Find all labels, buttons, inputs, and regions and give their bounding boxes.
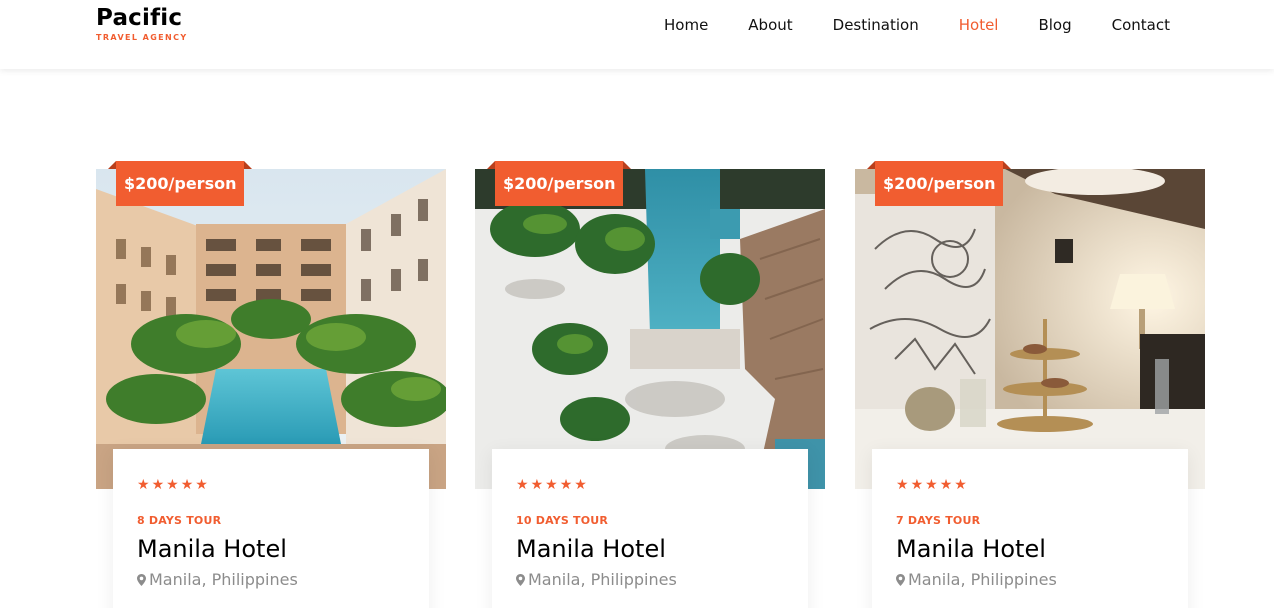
tour-duration: 7 DAYS TOUR — [896, 514, 981, 527]
star-icon: ★ — [180, 477, 194, 493]
nav-destination[interactable]: Destination — [833, 15, 919, 35]
hotel-location-text: Manila, Philippines — [528, 570, 677, 589]
star-icon: ★ — [896, 477, 909, 493]
star-icon: ★ — [516, 477, 529, 493]
hotel-card[interactable]: $200/person ★ ★ ★ ★ ★ 7 DAYS TOUR Manila… — [855, 161, 1205, 608]
nav-hotel[interactable]: Hotel — [959, 15, 999, 35]
hotel-location: Manila, Philippines — [516, 570, 784, 590]
main-nav: Home About Destination Hotel Blog Contac… — [624, 15, 1170, 35]
star-icon: ★ — [545, 477, 558, 493]
tour-duration: 10 DAYS TOUR — [516, 514, 609, 527]
hotel-location-text: Manila, Philippines — [149, 570, 298, 589]
star-icon: ★ — [939, 477, 953, 493]
hotel-lounge-interior-photo[interactable] — [855, 169, 1205, 489]
star-icon: ★ — [574, 477, 587, 493]
nav-home[interactable]: Home — [664, 15, 708, 35]
hotel-card[interactable]: $200/person ★ ★ ★ ★ ★ 8 DAYS TOUR Manila… — [96, 161, 446, 608]
hotel-name[interactable]: Manila Hotel — [516, 534, 784, 564]
hotel-courtyard-pool-photo[interactable] — [96, 169, 446, 489]
price-badge: $200/person — [487, 161, 632, 206]
map-pin-icon — [516, 574, 525, 586]
star-icon: ★ — [137, 477, 150, 493]
tour-duration: 8 DAYS TOUR — [137, 514, 222, 527]
map-pin-icon — [137, 574, 146, 586]
star-icon: ★ — [530, 477, 544, 493]
hotel-name[interactable]: Manila Hotel — [896, 534, 1164, 564]
brand-logo[interactable]: Pacific TRAVEL AGENCY — [96, 4, 188, 43]
star-icon: ★ — [954, 477, 967, 493]
star-icon: ★ — [151, 477, 165, 493]
brand-name: Pacific — [96, 5, 183, 31]
hotel-info-box: ★ ★ ★ ★ ★ 10 DAYS TOUR Manila Hotel Mani… — [492, 449, 808, 608]
price-label: $200/person — [495, 161, 624, 206]
price-badge: $200/person — [867, 161, 1012, 206]
star-icon: ★ — [910, 477, 924, 493]
brand-tagline: TRAVEL AGENCY — [96, 33, 188, 42]
price-label: $200/person — [116, 161, 245, 206]
price-label: $200/person — [875, 161, 1004, 206]
star-icon: ★ — [559, 477, 573, 493]
rating-stars: ★ ★ ★ ★ ★ — [896, 477, 1164, 493]
map-pin-icon — [896, 574, 905, 586]
site-header: Pacific TRAVEL AGENCY Home About Destina… — [0, 0, 1274, 69]
price-badge: $200/person — [108, 161, 253, 206]
nav-contact[interactable]: Contact — [1112, 15, 1170, 35]
hotel-location: Manila, Philippines — [137, 570, 405, 590]
nav-blog[interactable]: Blog — [1038, 15, 1071, 35]
star-icon: ★ — [925, 477, 938, 493]
nav-about[interactable]: About — [748, 15, 792, 35]
star-icon: ★ — [195, 477, 208, 493]
aerial-resort-pool-palms-photo[interactable] — [475, 169, 825, 489]
hotel-info-box: ★ ★ ★ ★ ★ 8 DAYS TOUR Manila Hotel Manil… — [113, 449, 429, 608]
hotel-info-box: ★ ★ ★ ★ ★ 7 DAYS TOUR Manila Hotel Manil… — [872, 449, 1188, 608]
rating-stars: ★ ★ ★ ★ ★ — [516, 477, 784, 493]
rating-stars: ★ ★ ★ ★ ★ — [137, 477, 405, 493]
star-icon: ★ — [166, 477, 179, 493]
hotel-name[interactable]: Manila Hotel — [137, 534, 405, 564]
hotel-location: Manila, Philippines — [896, 570, 1164, 590]
hotel-location-text: Manila, Philippines — [908, 570, 1057, 589]
hotel-card[interactable]: $200/person ★ ★ ★ ★ ★ 10 DAYS TOUR Manil… — [475, 161, 825, 608]
